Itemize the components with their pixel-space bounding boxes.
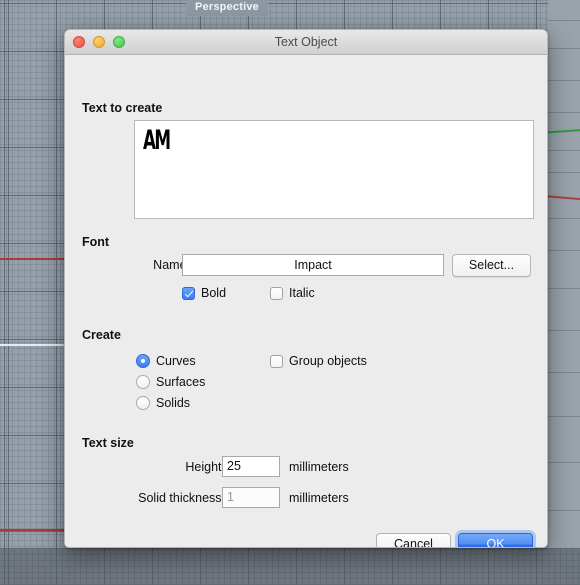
italic-checkbox-label: Italic [289,286,315,300]
height-input[interactable]: 25 [222,456,280,477]
viewport-secondary-pane[interactable] [0,548,580,585]
viewport-tab-perspective[interactable]: Perspective [186,0,268,16]
radio-curves[interactable]: Curves [136,354,196,368]
font-select-button[interactable]: Select... [452,254,531,277]
bold-checkbox-box[interactable] [182,286,195,300]
font-name-label: Name: [153,258,190,272]
italic-checkbox[interactable]: Italic [270,286,315,300]
radio-surfaces[interactable]: Surfaces [136,375,205,389]
close-icon[interactable] [73,36,85,48]
solid-thickness-input[interactable]: 1 [222,487,280,508]
cancel-button[interactable]: Cancel [376,533,451,547]
dialog-titlebar[interactable]: Text Object [65,30,547,55]
radio-surfaces-label: Surfaces [156,375,206,389]
minimize-icon[interactable] [93,36,105,48]
radio-solids[interactable]: Solids [136,396,190,410]
bold-checkbox[interactable]: Bold [182,286,226,300]
group-objects-checkbox[interactable]: Group objects [270,354,367,368]
radio-surfaces-box[interactable] [136,375,150,389]
radio-curves-box[interactable] [136,354,150,368]
bold-checkbox-label: Bold [201,286,227,300]
group-objects-checkbox-label: Group objects [289,354,367,368]
viewport-axis-y-line [548,128,580,134]
height-unit-label: millimeters [289,460,349,474]
ok-button[interactable]: OK [458,533,533,547]
text-object-dialog: Text Object Text to create AM Font Name:… [64,29,548,548]
zoom-icon[interactable] [113,36,125,48]
group-objects-checkbox-box[interactable] [270,354,283,368]
text-to-create-value: AM [143,125,171,156]
section-label-text-size: Text size [82,436,134,450]
italic-checkbox-box[interactable] [270,286,283,300]
text-to-create-input[interactable]: AM [134,120,534,219]
height-label: Height: [185,460,225,474]
radio-solids-box[interactable] [136,396,150,410]
viewport-perspective-strip[interactable] [548,0,580,548]
dialog-title: Text Object [274,35,338,49]
section-label-text-to-create: Text to create [82,101,163,115]
radio-curves-label: Curves [156,354,196,368]
solid-thickness-label: Solid thickness: [138,491,225,505]
font-name-input[interactable]: Impact [182,254,444,276]
radio-solids-label: Solids [156,396,191,410]
section-label-font: Font [82,235,110,249]
solid-thickness-unit-label: millimeters [289,491,349,505]
viewport-axis-x-line-perspective [548,194,580,202]
section-label-create: Create [82,328,121,342]
